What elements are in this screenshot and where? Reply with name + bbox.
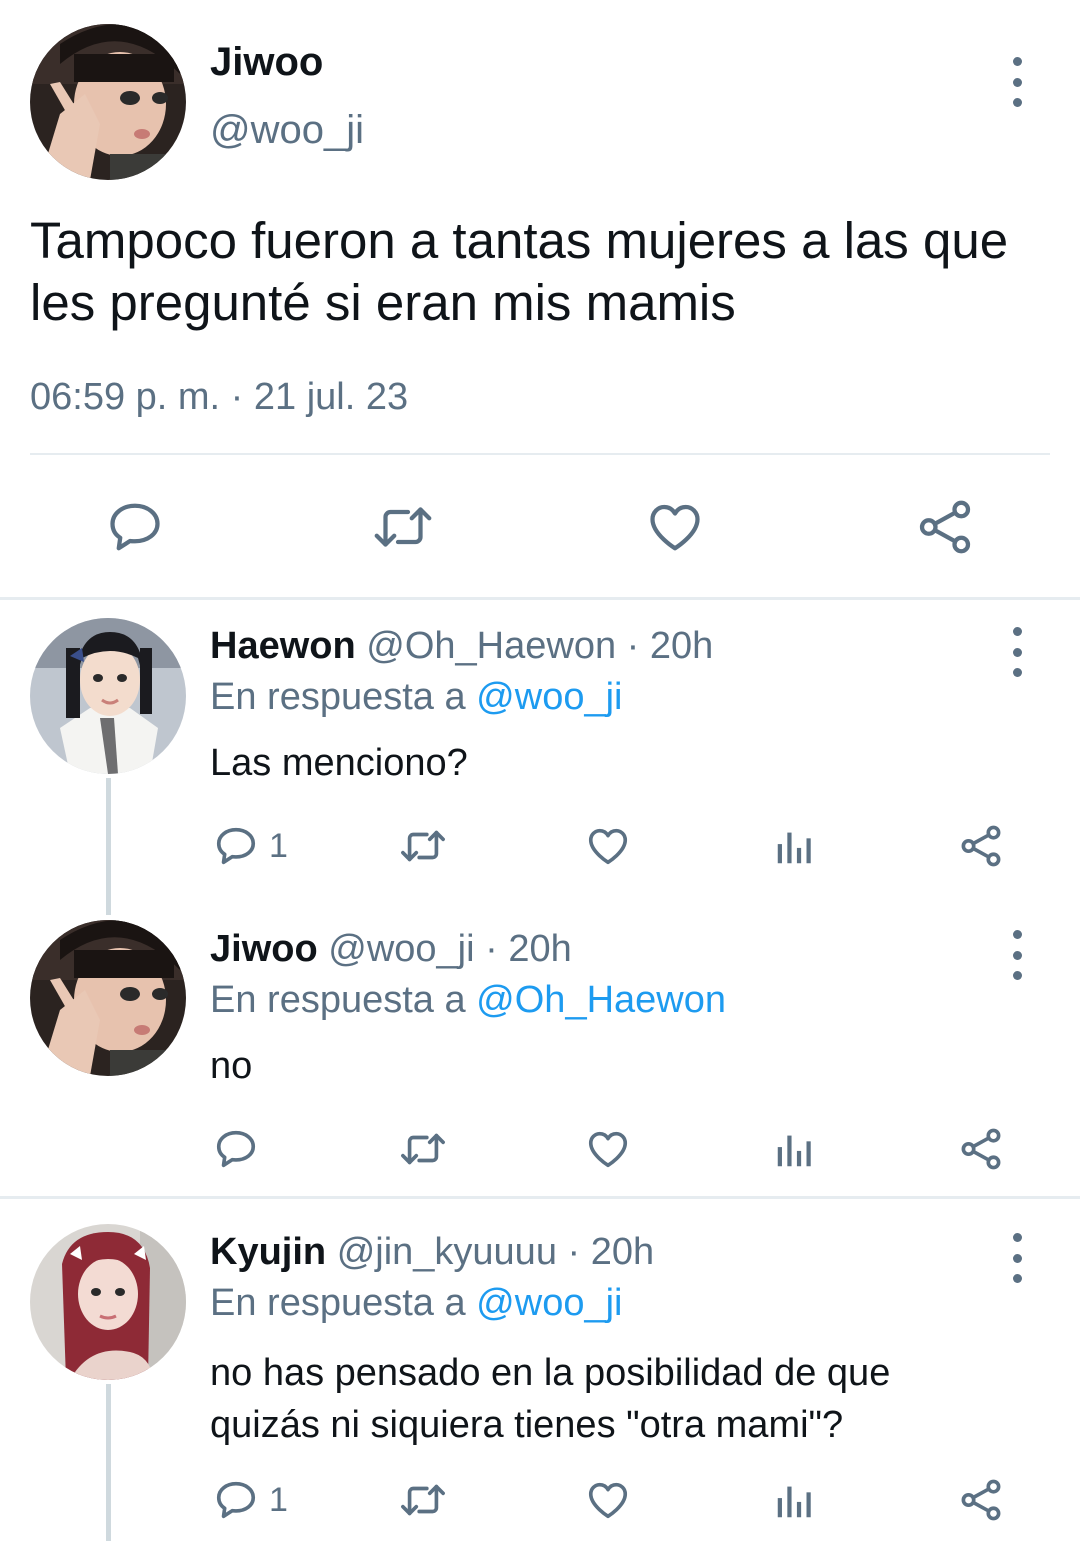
reply-like-button[interactable]	[585, 823, 631, 869]
like-icon	[650, 504, 700, 551]
main-reply-button[interactable]	[105, 497, 165, 557]
reply-text: no	[210, 1045, 253, 1087]
share-icon	[961, 1128, 1001, 1170]
reply-avatar[interactable]	[30, 618, 186, 774]
reply-more-icon[interactable]	[1005, 930, 1029, 980]
reply-retweet-button[interactable]	[397, 1477, 449, 1523]
main-share-button[interactable]	[915, 497, 975, 557]
views-icon	[777, 1486, 811, 1518]
reply-to-link[interactable]: @woo_ji	[476, 1282, 622, 1324]
reply-reply-button[interactable]: 1	[213, 1477, 288, 1523]
main-tweet-text-line: Tampoco fueron a tantas mujeres a las qu…	[30, 212, 1009, 269]
reply-reply-button[interactable]: 1	[213, 823, 288, 869]
reply-prefix: En respuesta a	[210, 1282, 466, 1324]
reply-to-link[interactable]: @Oh_Haewon	[476, 979, 726, 1021]
reply-in-response: En respuesta a @Oh_Haewon	[210, 979, 726, 1022]
main-tweet-author-name[interactable]: Jiwoo	[210, 40, 323, 85]
reply-author-handle[interactable]: @jin_kyuuuu	[337, 1231, 557, 1273]
reply-text: no has pensado en la posibilidad de que …	[210, 1347, 890, 1451]
reply-text: Las menciono?	[210, 742, 468, 784]
like-icon	[588, 1131, 628, 1168]
like-icon	[588, 828, 628, 865]
main-tweet-more-icon[interactable]	[1005, 57, 1029, 107]
main-retweet-button[interactable]	[370, 497, 436, 557]
retweet-icon	[401, 1133, 445, 1165]
reply-icon	[216, 1130, 256, 1168]
reply-prefix: En respuesta a	[210, 979, 466, 1021]
reply-in-response: En respuesta a @woo_ji	[210, 676, 622, 719]
main-like-button[interactable]	[645, 497, 705, 557]
section-divider	[0, 597, 1080, 600]
reply-share-button[interactable]	[958, 1477, 1004, 1523]
reply-header: Jiwoo @woo_ji · 20h	[210, 928, 572, 971]
reply-reply-button[interactable]	[213, 1126, 269, 1172]
reply-views-button[interactable]	[772, 1126, 818, 1172]
main-tweet-text: Tampoco fueron a tantas mujeres a las qu…	[30, 210, 1008, 334]
reply-icon	[216, 1481, 256, 1519]
reply-icon	[216, 827, 256, 865]
views-icon	[777, 832, 811, 864]
thread-line	[106, 778, 111, 915]
reply-text-line: no has pensado en la posibilidad de que	[210, 1352, 891, 1394]
reply-share-button[interactable]	[958, 823, 1004, 869]
main-tweet-timestamp[interactable]: 06:59 p. m. · 21 jul. 23	[30, 376, 408, 419]
reply-count: 1	[269, 826, 288, 865]
like-icon	[588, 1482, 628, 1519]
reply-icon	[110, 503, 160, 551]
section-divider	[0, 1196, 1080, 1199]
reply-to-link[interactable]: @woo_ji	[476, 676, 622, 718]
reply-count: 1	[269, 1480, 288, 1519]
reply-like-button[interactable]	[585, 1126, 631, 1172]
reply-author-name[interactable]: Kyujin	[210, 1231, 326, 1273]
reply-prefix: En respuesta a	[210, 676, 466, 718]
share-icon	[961, 825, 1001, 867]
reply-more-icon[interactable]	[1005, 1233, 1029, 1283]
retweet-icon	[374, 507, 432, 547]
reply-share-button[interactable]	[958, 1126, 1004, 1172]
retweet-icon	[401, 830, 445, 862]
reply-time[interactable]: · 20h	[485, 928, 572, 970]
thread-line	[106, 1384, 111, 1541]
reply-more-icon[interactable]	[1005, 627, 1029, 677]
share-icon	[961, 1479, 1001, 1521]
reply-author-name[interactable]: Haewon	[210, 625, 356, 667]
reply-header: Kyujin @jin_kyuuuu · 20h	[210, 1231, 654, 1274]
reply-author-handle[interactable]: @Oh_Haewon	[366, 625, 616, 667]
reply-in-response: En respuesta a @woo_ji	[210, 1282, 622, 1325]
reply-retweet-button[interactable]	[397, 1126, 449, 1172]
reply-avatar[interactable]	[30, 920, 186, 1076]
reply-like-button[interactable]	[585, 1477, 631, 1523]
reply-time[interactable]: · 20h	[627, 625, 714, 667]
divider	[30, 453, 1050, 455]
reply-views-button[interactable]	[772, 1477, 818, 1523]
views-icon	[777, 1135, 811, 1167]
reply-time[interactable]: · 20h	[568, 1231, 655, 1273]
main-tweet-author-handle[interactable]: @woo_ji	[210, 108, 364, 153]
reply-author-handle[interactable]: @woo_ji	[328, 928, 474, 970]
share-icon	[919, 500, 971, 554]
reply-text-line: quizás ni siquiera tienes "otra mami"?	[210, 1404, 844, 1446]
reply-retweet-button[interactable]	[397, 823, 449, 869]
retweet-icon	[401, 1484, 445, 1516]
main-tweet-text-line: les pregunté si eran mis mamis	[30, 274, 736, 331]
reply-avatar[interactable]	[30, 1224, 186, 1380]
reply-views-button[interactable]	[772, 823, 818, 869]
reply-header: Haewon @Oh_Haewon · 20h	[210, 625, 713, 668]
reply-author-name[interactable]: Jiwoo	[210, 928, 318, 970]
main-tweet-avatar[interactable]	[30, 24, 186, 180]
